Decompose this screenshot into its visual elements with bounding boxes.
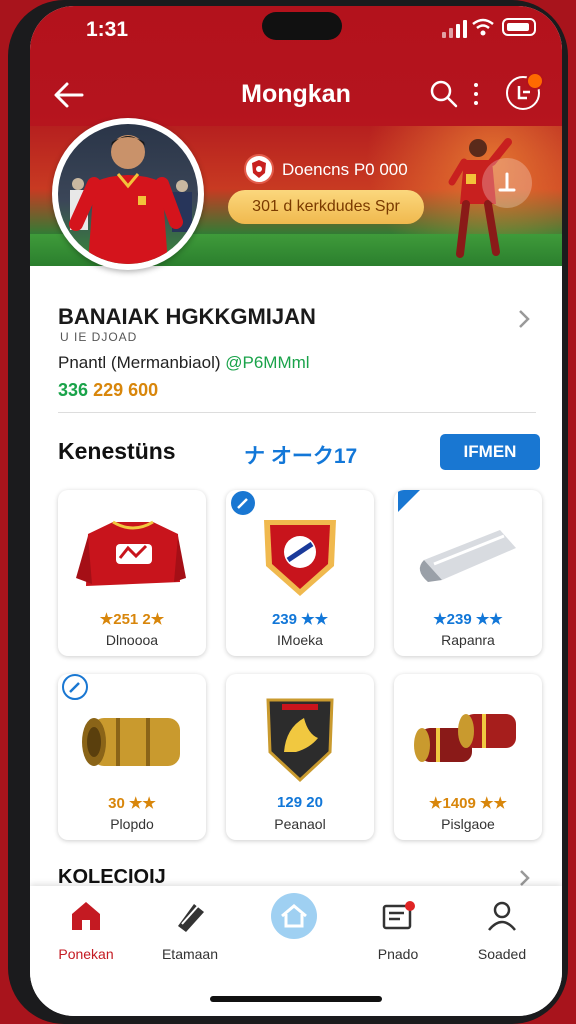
tab-label: Etamaan [161, 946, 219, 962]
tab-tickets[interactable]: Etamaan [140, 898, 240, 968]
item-price: ★251 2★ [99, 611, 165, 628]
item-card[interactable]: ★251 2★ Dlnoooa [58, 490, 206, 656]
phone-frame: 1:31 Mongkan Doencns P0 000 301 d kerkdu… [8, 0, 568, 1024]
jersey-icon [76, 520, 186, 586]
item-grid: ★251 2★ Dlnoooa 239 ★★ IMoeka ★239 ★★ Ra… [58, 490, 542, 840]
treasure-barrel-icon [82, 718, 180, 766]
item-price: ★239 ★★ [433, 611, 503, 628]
emblem-shield-icon [266, 698, 334, 783]
page-title: Mongkan [241, 80, 351, 108]
tab-label: Ponekan [58, 946, 114, 962]
player-handle-row: Pnantl (Mermanbiaol) @P6MMml [58, 353, 310, 373]
tab-home[interactable]: Ponekan [36, 898, 136, 968]
item-name: Dlnoooa [105, 632, 159, 648]
app-bar: Mongkan [30, 64, 562, 124]
battery-icon [502, 18, 536, 36]
chevron-right-icon[interactable] [516, 308, 532, 330]
tab-profile[interactable]: Soaded [452, 898, 552, 968]
item-price: ★1409 ★★ [429, 795, 507, 812]
tab-center[interactable] [244, 893, 344, 968]
screen: 1:31 Mongkan Doencns P0 000 301 d kerkdu… [30, 6, 562, 1016]
chevron-right-icon[interactable] [518, 868, 532, 888]
item-card[interactable]: 239 ★★ IMoeka [226, 490, 374, 656]
balance-row: 336 229 600 [58, 380, 158, 401]
inbox-icon [382, 901, 415, 930]
ticket-icon [178, 904, 204, 932]
status-time: 1:31 [86, 18, 129, 41]
search-icon[interactable] [428, 78, 460, 110]
balance-b: 229 600 [93, 380, 159, 400]
item-price: 129 20 [277, 794, 323, 811]
player-subtitle: U IE DJOAD [60, 330, 138, 344]
status-bar: 1:31 [30, 6, 562, 56]
tab-label: Pnado [377, 946, 419, 962]
item-name: Plopdo [110, 816, 154, 832]
item-card[interactable]: 129 20 Peanaol [226, 674, 374, 840]
item-price: 239 ★★ [271, 611, 329, 628]
item-price: 30 ★★ [108, 795, 156, 812]
section-action-button[interactable]: IFMEN [440, 434, 540, 470]
home-indicator [210, 996, 382, 1002]
divider [58, 412, 536, 413]
notification-icon[interactable] [506, 72, 544, 110]
section-title: Kenestüns [58, 438, 176, 464]
handle-label: Pnantl (Mermanbiaol) [58, 353, 221, 372]
download-icon[interactable] [482, 158, 532, 208]
more-menu-icon[interactable] [470, 78, 482, 110]
player-avatar-ring [52, 118, 204, 270]
handle-link[interactable]: @P6MMml [225, 353, 309, 372]
player-name: BANAIAK HGKKGMIJAN [58, 304, 316, 329]
rank-pill[interactable]: 301 d kerkdudes Spr [228, 190, 424, 224]
item-card[interactable]: 30 ★★ Plopdo [58, 674, 206, 840]
club-crest-icon [244, 154, 274, 184]
item-name: IMoeka [277, 632, 323, 648]
stadium-icon [271, 893, 317, 939]
towel-icon [419, 530, 516, 582]
club-info: Doencns P0 000 [282, 160, 408, 179]
item-name: Peanaol [274, 816, 326, 832]
avatar[interactable] [58, 124, 198, 264]
tab-inbox[interactable]: Pnado [348, 898, 448, 968]
item-card[interactable]: ★239 ★★ Rapanra [394, 490, 542, 656]
item-name: Rapanra [441, 632, 495, 648]
profile-icon [488, 901, 516, 931]
camera-notch [262, 12, 342, 40]
signal-icon [442, 20, 468, 38]
balance-a: 336 [58, 380, 89, 400]
binoculars-icon [414, 714, 516, 762]
home-icon [72, 902, 100, 930]
item-card[interactable]: ★1409 ★★ Pislgaoe [394, 674, 542, 840]
item-name: Pislgaoe [441, 816, 495, 832]
tab-label: Soaded [477, 946, 527, 962]
crest-shield-icon [264, 520, 336, 596]
section-code: ナ オーク17 [244, 445, 358, 468]
wifi-icon [472, 18, 494, 36]
notification-badge [526, 72, 544, 90]
